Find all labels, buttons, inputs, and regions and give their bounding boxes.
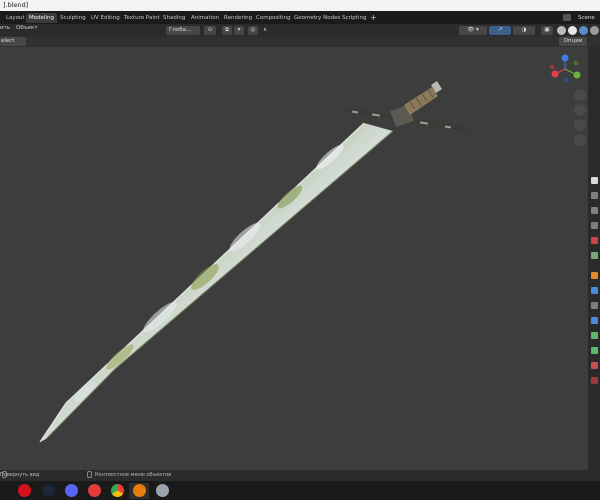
modifier-tab-icon[interactable] (591, 287, 598, 294)
visibility-dropdown[interactable]: 👁 ▾ (459, 25, 487, 35)
tab-geometry-nodes[interactable]: Geometry Nodes (291, 13, 343, 23)
tab-shading[interactable]: Shading (160, 13, 188, 23)
os-taskbar (0, 481, 600, 500)
window-titlebar: ].blend] (0, 0, 600, 11)
select-mode-dropdown[interactable]: elect Box (0, 37, 26, 53)
grid-perspective-icon[interactable] (574, 134, 586, 146)
tool-header: Глоба… ⊙ ⧉ ▾ ◎ ∧ 👁 ▾ ↗ ◑ ▣ (0, 24, 600, 36)
tab-compositing[interactable]: Compositing (253, 13, 293, 23)
shading-material-icon[interactable] (579, 25, 588, 35)
menu-object[interactable]: Объект (16, 23, 38, 34)
snap-target-icon[interactable]: ▾ (234, 25, 244, 35)
workspace-tabs-bar: Layout Modeling Sculpting UV Editing Tex… (0, 11, 600, 24)
mouse-right-icon (87, 471, 92, 478)
viewport-menubar: elect Box ить Объект Опции (0, 25, 600, 53)
tab-animation[interactable]: Animation (188, 13, 222, 23)
snap-icon[interactable]: ⧉ (222, 25, 232, 35)
proportional-edit-icon[interactable]: ◎ (248, 25, 258, 35)
add-workspace-button[interactable]: + (367, 13, 380, 23)
shading-rendered-icon[interactable] (590, 25, 599, 35)
pan-hand-icon[interactable] (574, 104, 586, 116)
app-icon[interactable] (88, 484, 101, 497)
material-tab-icon[interactable] (591, 362, 598, 369)
tab-scripting[interactable]: Scripting (339, 13, 369, 23)
transform-orientation-dropdown[interactable]: Глоба… (166, 25, 200, 35)
texture-tab-icon[interactable] (591, 377, 598, 384)
pivot-icon[interactable]: ⊙ (204, 25, 216, 35)
steam-icon[interactable] (42, 484, 55, 497)
tab-layout[interactable]: Layout (3, 13, 28, 23)
tab-uv-editing[interactable]: UV Editing (88, 13, 123, 23)
orientation-label: Глоба… (169, 26, 192, 33)
menu-edit[interactable]: ить (0, 23, 10, 34)
shading-wireframe-icon[interactable] (557, 25, 566, 35)
overlay-toggle-icon[interactable]: ◑ (513, 25, 535, 35)
object-tab-icon[interactable] (591, 272, 598, 279)
tab-sculpting[interactable]: Sculpting (57, 13, 89, 23)
tab-rendering[interactable]: Rendering (221, 13, 255, 23)
properties-tab-strip (588, 47, 600, 470)
tab-modeling[interactable]: Modeling (26, 13, 58, 23)
status-rotate-view: Повернуть вид (0, 472, 40, 478)
data-tab-icon[interactable] (591, 347, 598, 354)
discord-icon[interactable] (65, 484, 78, 497)
tool-tab-icon[interactable] (591, 177, 598, 184)
output-tab-icon[interactable] (591, 207, 598, 214)
status-bar: Повернуть вид Контекстное меню объектов (0, 470, 600, 481)
blender-icon[interactable] (133, 484, 146, 497)
tab-texture-paint[interactable]: Texture Paint (121, 13, 163, 23)
falloff-icon[interactable]: ∧ (260, 26, 270, 35)
camera-icon[interactable] (574, 119, 586, 131)
shading-solid-icon[interactable] (568, 25, 577, 35)
render-tab-icon[interactable] (591, 192, 598, 199)
app2-icon[interactable] (156, 484, 169, 497)
chrome-icon[interactable] (111, 484, 124, 497)
window-title: ].blend] (3, 1, 29, 9)
status-context-menu: Контекстное меню объектов (95, 472, 172, 478)
sword-model[interactable] (0, 47, 588, 470)
3d-viewport[interactable] (0, 47, 588, 470)
constraints-tab-icon[interactable] (591, 332, 598, 339)
opera-icon[interactable] (18, 484, 31, 497)
options-dropdown[interactable]: Опции (559, 37, 587, 46)
gizmo-toggle-icon[interactable]: ↗ (489, 25, 511, 35)
options-label: Опции (563, 38, 583, 44)
scene-tab-icon[interactable] (591, 237, 598, 244)
scene-icon (563, 14, 571, 21)
view-layer-tab-icon[interactable] (591, 222, 598, 229)
physics-tab-icon[interactable] (591, 317, 598, 324)
world-tab-icon[interactable] (591, 252, 598, 259)
navigation-gizmo[interactable] (547, 53, 583, 85)
xray-toggle-icon[interactable]: ▣ (541, 25, 553, 35)
scene-selector[interactable]: Scene (578, 13, 595, 23)
sword-grip (404, 87, 438, 115)
zoom-icon[interactable] (574, 89, 586, 101)
particles-tab-icon[interactable] (591, 302, 598, 309)
